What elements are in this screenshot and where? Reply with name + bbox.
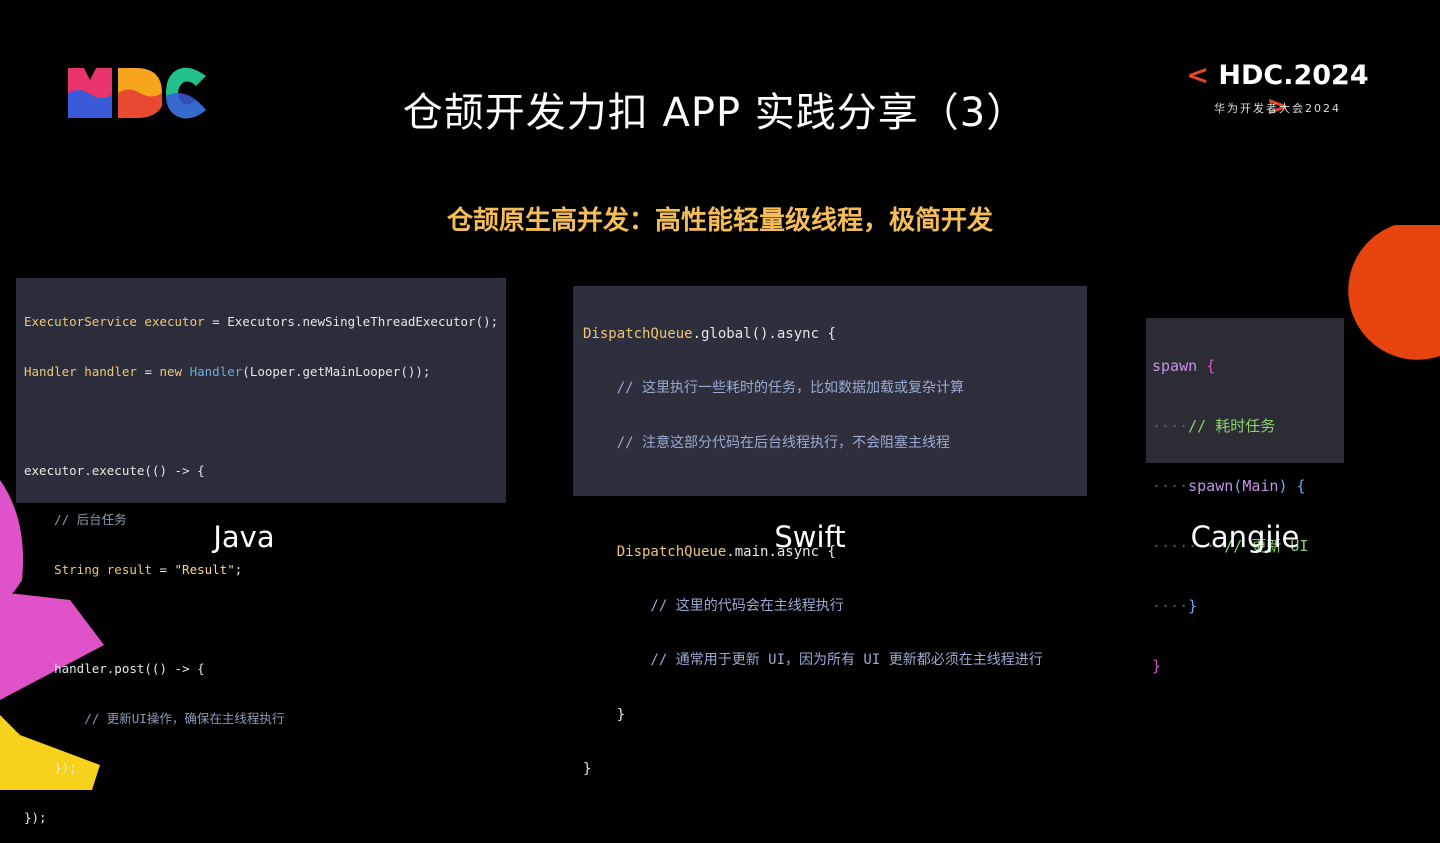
code-line: ExecutorService executor = Executors.new… [24, 314, 499, 329]
code-line: }); [24, 760, 77, 776]
code-line: ····// 耗时任务 [1152, 417, 1276, 435]
code-line: ····} [1152, 597, 1198, 615]
code-line: } [583, 706, 626, 723]
swift-label: Swift [774, 520, 846, 554]
code-line: String result = "Result"; [24, 561, 243, 577]
java-label: Java [213, 520, 275, 554]
code-line: ····spawn(Main) { [1152, 477, 1306, 495]
code-line: // 这里的代码会在主线程执行 [583, 597, 844, 614]
code-line: // 通常用于更新 UI，因为所有 UI 更新都必须在主线程进行 [583, 652, 1043, 669]
code-line: } [583, 761, 592, 778]
code-line: } [1152, 657, 1162, 675]
code-line: DispatchQueue.global().async { [583, 326, 836, 342]
cangjie-code-block: spawn { ····// 耗时任务 ····spawn(Main) { ··… [1146, 318, 1344, 675]
swift-code-block: DispatchQueue.global().async { // 这里执行一些… [573, 286, 1087, 777]
code-line: executor.execute(() -> { [24, 462, 205, 478]
cangjie-label: Cangjie [1190, 520, 1300, 554]
code-line: handler.post(() -> { [24, 661, 205, 677]
slide-subtitle: 仓颉原生高并发：高性能轻量级线程，极简开发 [446, 206, 993, 236]
code-line: Handler handler = new Handler(Looper.get… [24, 363, 431, 379]
slide-title: 仓颉开发力扣 APP 实践分享（3） [402, 90, 1028, 136]
code-line: // 这里执行一些耗时的任务，比如数据加载或复杂计算 [583, 380, 964, 397]
code-line: }); [24, 809, 47, 825]
code-line: spawn { [1152, 357, 1216, 375]
code-line: // 注意这部分代码在后台线程执行，不会阻塞主线程 [583, 434, 950, 451]
java-code-block: ExecutorService executor = Executors.new… [16, 278, 506, 825]
code-line: // 更新UI操作，确保在主线程执行 [24, 710, 285, 726]
